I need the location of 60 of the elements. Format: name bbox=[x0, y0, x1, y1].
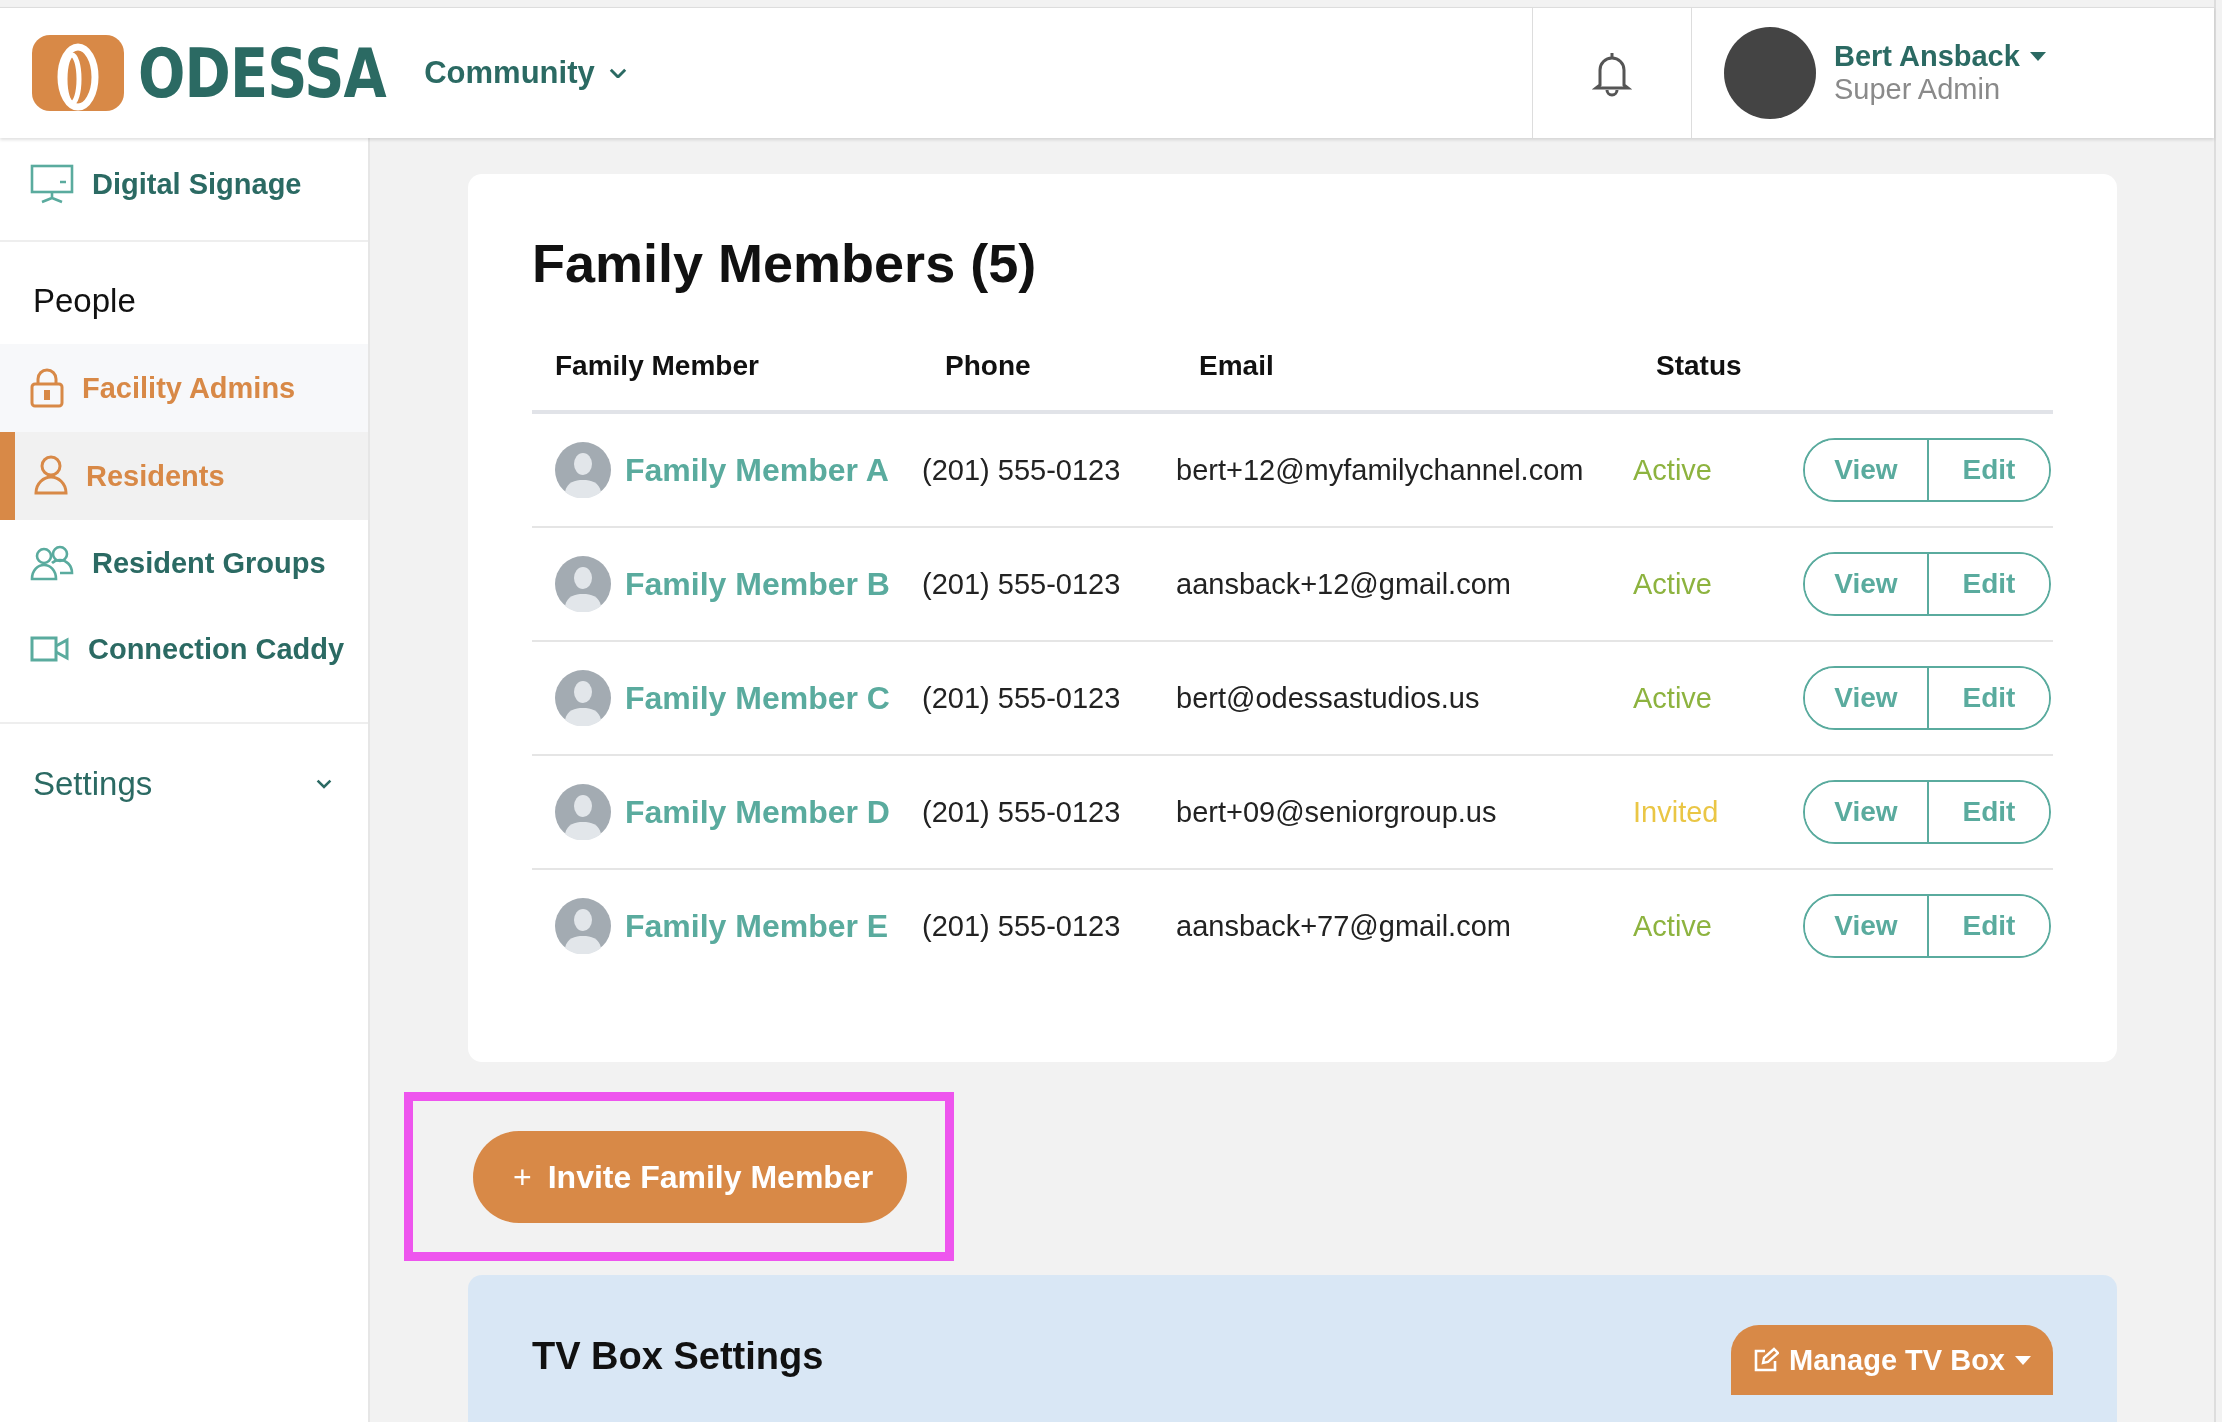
column-header: Status bbox=[1633, 350, 1783, 414]
avatar-placeholder-icon bbox=[555, 442, 611, 498]
email-text: aansback+77@gmail.com bbox=[1176, 909, 1511, 943]
column-header: Phone bbox=[922, 350, 1176, 414]
edit-icon bbox=[1753, 1347, 1780, 1373]
column-header: Email bbox=[1176, 350, 1633, 414]
row-action-button[interactable]: Edit bbox=[1927, 668, 2049, 728]
email-text: bert@odessastudios.us bbox=[1176, 681, 1480, 715]
manage-tv-box-button[interactable]: Manage TV Box bbox=[1731, 1325, 2053, 1395]
sidebar-item[interactable]: Connection Caddy bbox=[0, 606, 368, 692]
monitor-icon bbox=[30, 164, 74, 204]
phone-text: (201) 555-0123 bbox=[922, 453, 1121, 487]
status-text: Active bbox=[1633, 453, 1712, 487]
phone-text: (201) 555-0123 bbox=[922, 909, 1121, 943]
member-name-link[interactable]: Family Member B bbox=[625, 565, 890, 603]
email-text: bert+12@myfamilychannel.com bbox=[1176, 453, 1584, 487]
column-header: Family Member bbox=[532, 350, 922, 414]
card-title: Family Members (5) bbox=[532, 232, 1038, 294]
member-name-link[interactable]: Family Member A bbox=[625, 451, 889, 489]
avatar-placeholder-icon bbox=[555, 670, 611, 726]
person-icon bbox=[34, 455, 68, 497]
member-name-link[interactable]: Family Member D bbox=[625, 793, 890, 831]
people-icon bbox=[30, 545, 74, 581]
member-name-link[interactable]: Family Member C bbox=[625, 679, 890, 717]
padlock-icon bbox=[30, 368, 64, 408]
chevron-down-icon bbox=[316, 779, 332, 789]
phone-text: (201) 555-0123 bbox=[922, 681, 1121, 715]
section-title: People bbox=[32, 281, 137, 321]
community-dropdown[interactable]: Community bbox=[424, 55, 627, 91]
sidebar-item[interactable]: Residents bbox=[0, 432, 368, 520]
row-action-button[interactable]: Edit bbox=[1927, 554, 2049, 614]
sidebar-item[interactable]: Digital Signage bbox=[0, 138, 368, 230]
video-camera-icon bbox=[30, 635, 70, 663]
status-text: Active bbox=[1633, 567, 1712, 601]
caret-down-icon bbox=[2015, 1355, 2031, 1365]
avatar-placeholder-icon bbox=[555, 556, 611, 612]
user-name[interactable]: Bert Ansback bbox=[1834, 40, 2020, 73]
chevron-down-icon bbox=[608, 67, 627, 79]
avatar-placeholder-icon bbox=[555, 898, 611, 954]
row-action-button[interactable]: Edit bbox=[1927, 782, 2049, 842]
status-text: Active bbox=[1633, 909, 1712, 943]
logo-mark-icon bbox=[32, 35, 124, 111]
phone-text: (201) 555-0123 bbox=[922, 795, 1121, 829]
status-text: Active bbox=[1633, 681, 1712, 715]
logo-text: ODESSA bbox=[138, 33, 386, 113]
row-action-button[interactable]: Edit bbox=[1927, 896, 2049, 956]
user-role: Super Admin bbox=[1834, 73, 2002, 106]
caret-down-icon[interactable] bbox=[2029, 52, 2046, 61]
phone-text: (201) 555-0123 bbox=[922, 567, 1121, 601]
status-text: Invited bbox=[1633, 795, 1719, 829]
invite-button[interactable]: + Invite Family Member bbox=[473, 1131, 908, 1223]
panel-title: TV Box Settings bbox=[532, 1335, 824, 1378]
email-text: aansback+12@gmail.com bbox=[1176, 567, 1511, 601]
settings-menu[interactable]: Settings bbox=[0, 724, 368, 844]
email-text: bert+09@seniorgroup.us bbox=[1176, 795, 1497, 829]
member-name-link[interactable]: Family Member E bbox=[625, 907, 889, 945]
row-action-button[interactable]: Edit bbox=[1927, 440, 2049, 500]
avatar-placeholder-icon bbox=[555, 784, 611, 840]
sidebar-item[interactable]: Facility Admins bbox=[0, 344, 368, 432]
sidebar-item[interactable]: Resident Groups bbox=[0, 520, 368, 606]
